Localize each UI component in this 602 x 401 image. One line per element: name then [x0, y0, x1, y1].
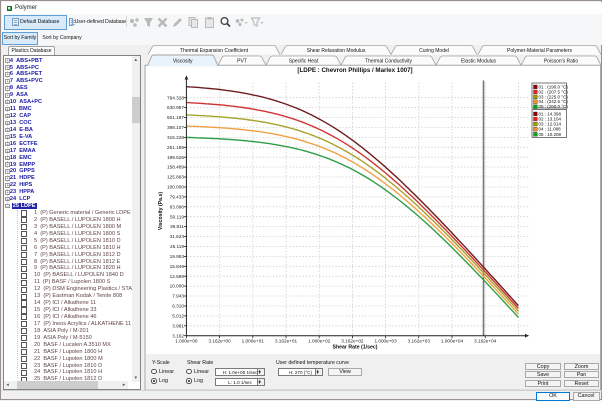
svg-text:1.000e+01: 1.000e+01 — [242, 339, 265, 344]
svg-text:50.119: 50.119 — [170, 214, 184, 219]
svg-text:199.526: 199.526 — [167, 155, 184, 160]
svg-text:63.096: 63.096 — [170, 204, 185, 209]
svg-text:39.811: 39.811 — [170, 224, 184, 229]
svg-text:5.012: 5.012 — [172, 314, 184, 319]
svg-text:05 : 10.208: 05 : 10.208 — [539, 132, 562, 137]
svg-text:3.162e+04: 3.162e+04 — [474, 339, 497, 344]
svg-text:3.162e+03: 3.162e+03 — [408, 339, 431, 344]
svg-text:[LDPE : Chevron Phillips / Mar: [LDPE : Chevron Phillips / Marlex 1007] — [297, 67, 412, 74]
svg-text:1.000e+04: 1.000e+04 — [441, 339, 464, 344]
svg-text:Viscosity (Pa.s): Viscosity (Pa.s) — [158, 192, 164, 231]
svg-text:316.228: 316.228 — [167, 135, 184, 140]
svg-text:3.162e+02: 3.162e+02 — [341, 339, 364, 344]
svg-text:794.328: 794.328 — [167, 95, 184, 100]
svg-text:100.000: 100.000 — [167, 185, 184, 190]
svg-text:125.893: 125.893 — [167, 175, 184, 180]
svg-text:6.310: 6.310 — [172, 304, 184, 309]
svg-text:3.981: 3.981 — [172, 323, 184, 328]
svg-text:1.000e+02: 1.000e+02 — [308, 339, 331, 344]
svg-text:12.589: 12.589 — [170, 274, 185, 279]
svg-text:3.162e+01: 3.162e+01 — [275, 339, 298, 344]
svg-text:19.953: 19.953 — [170, 254, 185, 259]
svg-text:1.000e+00: 1.000e+00 — [175, 339, 198, 344]
svg-text:31.623: 31.623 — [170, 234, 185, 239]
svg-text:398.107: 398.107 — [167, 125, 184, 130]
svg-text:3.162e+00: 3.162e+00 — [208, 339, 231, 344]
svg-text:158.489: 158.489 — [167, 165, 184, 170]
svg-text:251.189: 251.189 — [167, 145, 184, 150]
svg-text:15.849: 15.849 — [170, 264, 185, 269]
svg-text:10.000: 10.000 — [170, 284, 185, 289]
svg-text:1.000e+03: 1.000e+03 — [374, 339, 397, 344]
svg-text:05 : (260.0 °C): 05 : (260.0 °C) — [539, 104, 569, 109]
svg-text:501.187: 501.187 — [167, 115, 184, 120]
svg-text:Shear Rate (1/sec): Shear Rate (1/sec) — [333, 345, 378, 351]
svg-text:630.957: 630.957 — [167, 105, 184, 110]
svg-text:79.433: 79.433 — [170, 195, 185, 200]
svg-text:25.119: 25.119 — [170, 244, 184, 249]
svg-text:7.943: 7.943 — [172, 294, 184, 299]
